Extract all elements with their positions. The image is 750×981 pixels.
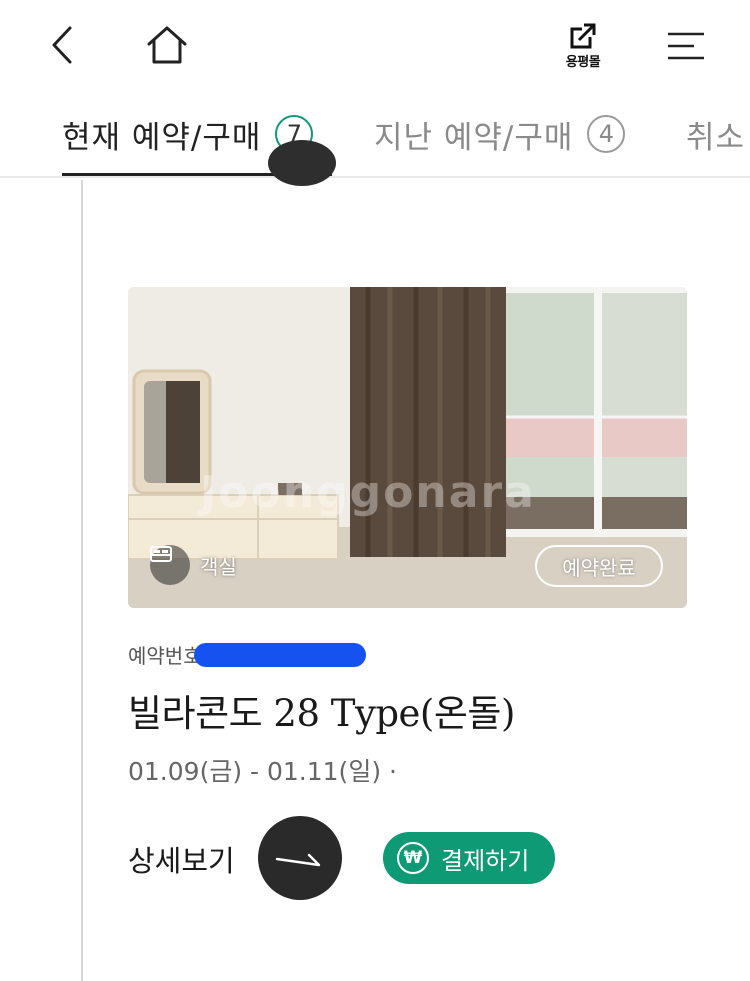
- redaction-mark: [193, 642, 366, 667]
- view-details-button[interactable]: [258, 816, 342, 900]
- room-type-chip: 객실: [150, 545, 237, 585]
- reservation-tabs: 현재 예약/구매 7 지난 예약/구매 4 취소: [0, 90, 750, 178]
- arrow-right-icon: [275, 853, 321, 867]
- pay-button[interactable]: ₩ 결제하기: [383, 832, 555, 884]
- room-type-label: 객실: [200, 554, 237, 579]
- tab-count-badge: 4: [587, 115, 626, 153]
- room-title: 빌라콘도 28 Type(온돌): [128, 692, 515, 735]
- tab-cancelled[interactable]: 취소: [686, 90, 746, 176]
- pay-button-label: 결제하기: [441, 846, 530, 875]
- tab-past-reservations[interactable]: 지난 예약/구매 4: [374, 90, 626, 176]
- reservation-number-label: 예약번호: [128, 644, 202, 668]
- room-photo[interactable]: Joonggonara 객실 예약완료: [128, 287, 687, 608]
- detail-label[interactable]: 상세보기: [128, 838, 235, 880]
- reservation-number: 예약번호: [128, 640, 366, 669]
- home-icon: [147, 26, 187, 64]
- previous-item-button[interactable]: [268, 140, 336, 186]
- mall-link-button[interactable]: 용평몰: [555, 20, 611, 72]
- won-icon: ₩: [397, 842, 429, 874]
- menu-button[interactable]: [660, 24, 712, 68]
- chevron-left-icon: [52, 26, 72, 64]
- reservation-status-badge: 예약완료: [535, 545, 663, 587]
- tab-label: 현재 예약/구매: [62, 119, 262, 156]
- timeline-line: [81, 180, 83, 981]
- back-button[interactable]: [40, 22, 86, 68]
- tab-label: 취소: [686, 119, 746, 156]
- mall-label: 용평몰: [565, 54, 601, 70]
- external-link-icon: [570, 22, 596, 48]
- bed-icon: [150, 545, 190, 585]
- tab-label: 지난 예약/구매: [374, 119, 574, 156]
- watermark: Joonggonara: [200, 467, 536, 518]
- home-button[interactable]: [140, 20, 194, 70]
- stay-dates: 01.09(금) - 01.11(일) ·: [128, 757, 397, 786]
- menu-icon: [668, 32, 704, 60]
- top-app-bar: 용평몰: [0, 0, 750, 90]
